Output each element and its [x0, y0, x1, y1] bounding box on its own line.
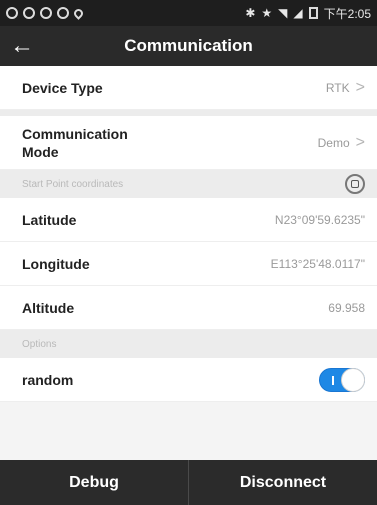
options-section-header: Options — [0, 330, 377, 358]
longitude-label: Longitude — [22, 255, 90, 272]
communication-mode-row[interactable]: Communication Mode Demo > — [0, 116, 377, 170]
page-title: Communication — [124, 36, 253, 55]
import-icon — [351, 180, 359, 188]
latitude-value: N23°09'59.6235" — [274, 212, 365, 227]
battery-icon — [308, 7, 318, 19]
back-button[interactable]: ← — [0, 26, 44, 66]
wifi-icon: ◥ — [278, 6, 288, 20]
notification-icon — [6, 7, 18, 19]
communication-mode-label: Communication Mode — [22, 125, 128, 161]
communication-mode-value: Demo — [317, 135, 350, 150]
latitude-row[interactable]: Latitude N23°09'59.6235" — [0, 198, 377, 242]
latitude-label: Latitude — [22, 211, 77, 228]
status-time: 下午2:05 — [323, 6, 371, 21]
random-row: random — [0, 358, 377, 402]
status-bar-right-icons: ✱ ★ ◥ ◢ 下午2:05 — [245, 5, 371, 22]
app-bar: ← Communication — [0, 26, 377, 66]
toggle-knob — [341, 367, 365, 392]
settings-list: Device Type RTK > Communication Mode Dem… — [0, 66, 377, 402]
notification-icon — [57, 7, 69, 19]
toggle-on-mark — [332, 375, 334, 385]
debug-button[interactable]: Debug — [0, 460, 188, 505]
device-type-value-group: RTK > — [325, 78, 365, 96]
start-point-section-title: Start Point coordinates — [22, 178, 124, 190]
communication-mode-label-line1: Communication — [22, 125, 128, 142]
notification-icon — [23, 7, 35, 19]
location-icon — [72, 6, 85, 20]
import-coordinates-button[interactable] — [345, 174, 365, 194]
signal-icon: ◢ — [293, 6, 303, 20]
altitude-value: 69.958 — [328, 300, 365, 315]
status-bar-left-icons — [6, 6, 85, 20]
chevron-right-icon: > — [355, 78, 365, 96]
longitude-row[interactable]: Longitude E113°25'48.0117" — [0, 242, 377, 286]
bottom-action-bar: Debug Disconnect — [0, 460, 377, 505]
random-toggle[interactable] — [319, 367, 365, 392]
communication-mode-value-group: Demo > — [317, 133, 365, 151]
start-point-section-header: Start Point coordinates — [0, 170, 377, 198]
star-icon: ★ — [261, 6, 273, 20]
device-type-value: RTK — [325, 80, 350, 95]
options-section-title: Options — [22, 338, 57, 350]
device-type-row[interactable]: Device Type RTK > — [0, 66, 377, 110]
longitude-value: E113°25'48.0117" — [270, 256, 365, 271]
back-arrow-icon: ← — [10, 32, 34, 59]
altitude-row[interactable]: Altitude 69.958 — [0, 286, 377, 330]
status-bar: ✱ ★ ◥ ◢ 下午2:05 — [0, 0, 377, 26]
device-type-label: Device Type — [22, 79, 103, 96]
chevron-right-icon: > — [355, 133, 365, 151]
random-label: random — [22, 371, 74, 388]
disconnect-button[interactable]: Disconnect — [189, 460, 377, 505]
notification-icon — [40, 7, 52, 19]
communication-mode-label-line2: Mode — [22, 143, 59, 160]
bluetooth-icon: ✱ — [245, 6, 256, 20]
altitude-label: Altitude — [22, 299, 75, 316]
